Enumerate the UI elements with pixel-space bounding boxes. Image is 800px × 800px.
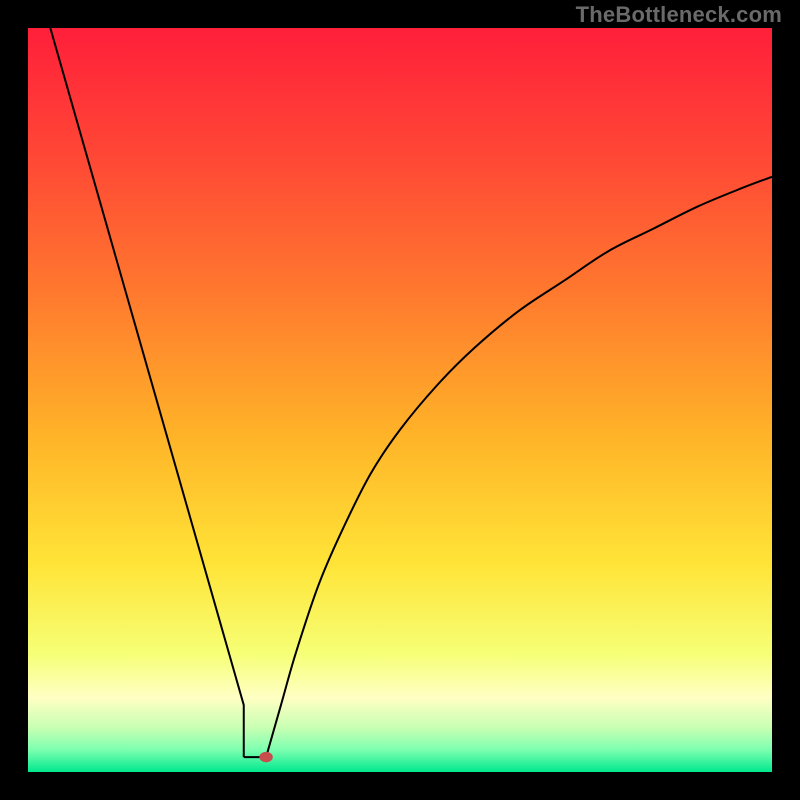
- chart-container: TheBottleneck.com: [0, 0, 800, 800]
- gradient-background: [28, 28, 772, 772]
- watermark-text: TheBottleneck.com: [576, 2, 782, 28]
- plot-area: [28, 28, 772, 772]
- minimum-marker: [259, 752, 272, 762]
- chart-svg: [28, 28, 772, 772]
